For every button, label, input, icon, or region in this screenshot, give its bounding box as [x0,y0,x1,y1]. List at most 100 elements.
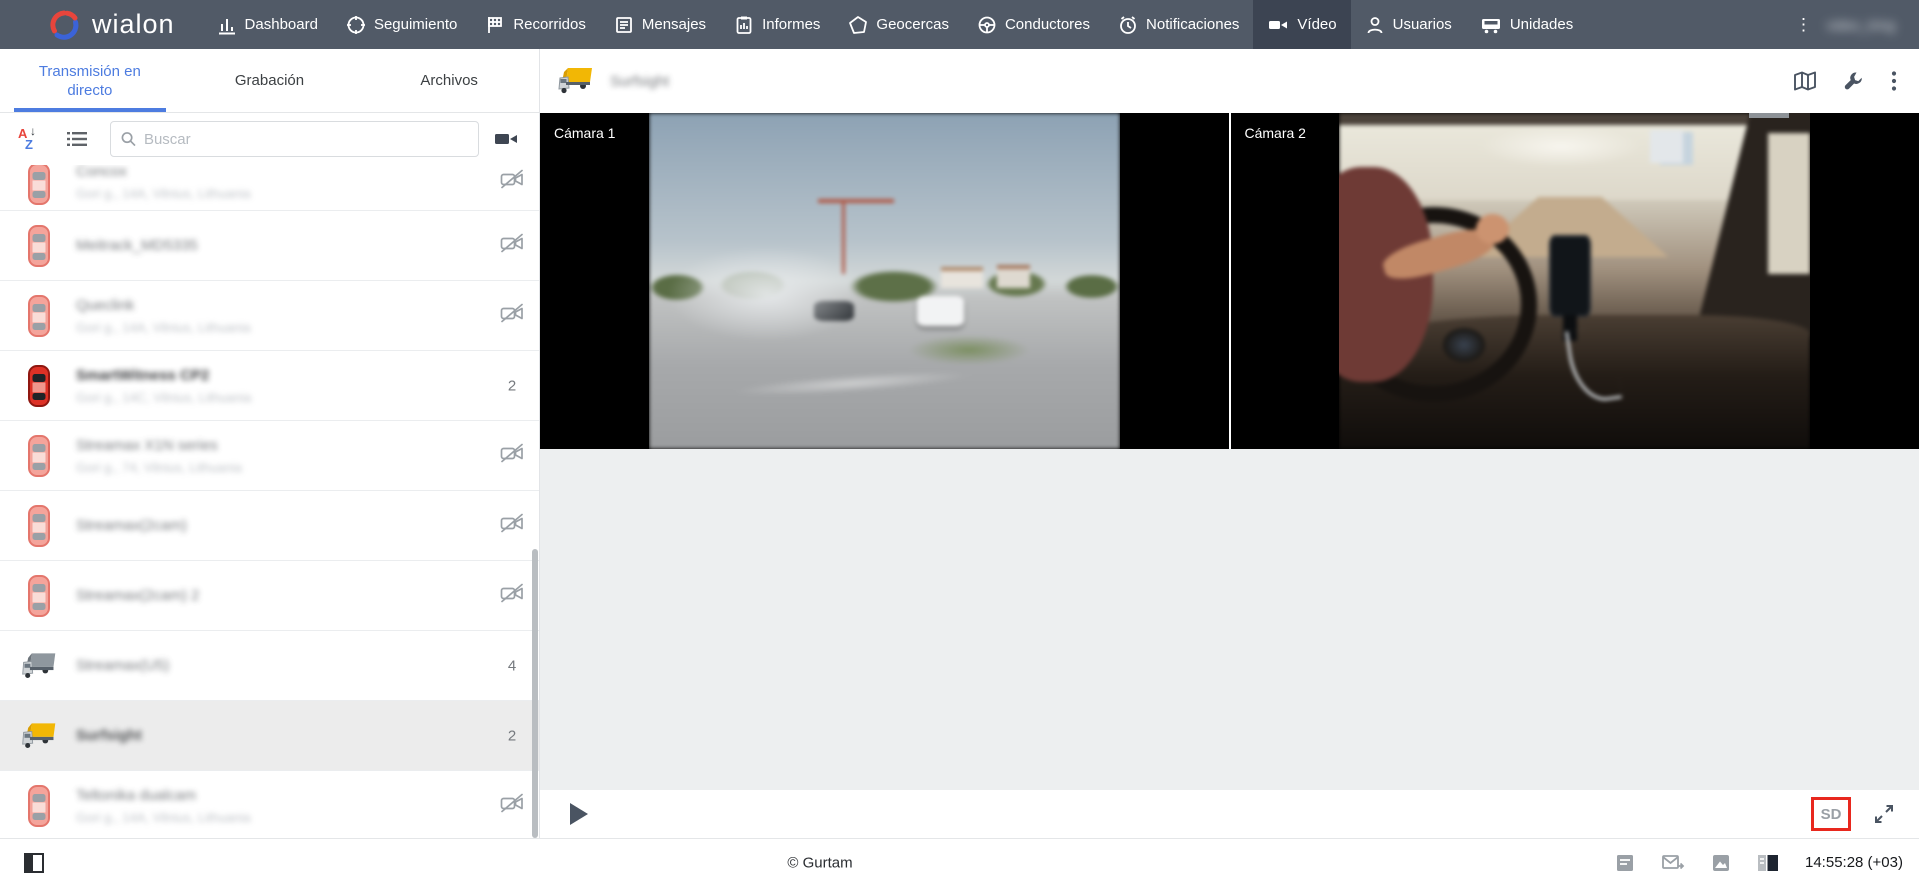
no-video-icon [497,511,527,540]
search-input[interactable] [144,131,468,148]
camera-1-cell[interactable]: Cámara 1 [540,113,1229,449]
fullscreen-icon [1873,803,1895,825]
play-button[interactable] [570,803,588,825]
nav-item-informes[interactable]: Informes [720,0,834,49]
tab-live-stream[interactable]: Transmisión en directo [0,49,180,112]
camera-2-cell[interactable]: Cámara 2 [1229,113,1919,449]
tab-files[interactable]: Archivos [359,49,539,112]
driver-icon [977,15,997,35]
video-panel: Surfsight Cámara 1 [540,49,1919,838]
search-icon [121,131,136,147]
nav-item-geocercas[interactable]: Geocercas [834,0,963,49]
unit-row[interactable]: SmartWitness CP2 Gori g., 14C, Vilnius, … [0,351,539,421]
unit-address: Gori g., 14C, Vilnius, Lithuania [76,390,251,405]
map-icon [1793,70,1817,92]
unit-row[interactable]: Streamax(U5) 4 [0,631,539,701]
unit-row[interactable]: Concox Gori g., 14A, Vilnius, Lithuania [0,165,539,211]
nav-item-recorridos[interactable]: Recorridos [471,0,600,49]
nav-item-unidades[interactable]: Unidades [1466,0,1587,49]
nav-item-conductores[interactable]: Conductores [963,0,1104,49]
unit-list: Concox Gori g., 14A, Vilnius, Lithuania … [0,165,539,838]
sidebar-scrollbar[interactable] [532,549,538,838]
nav-item-mensajes[interactable]: Mensajes [600,0,720,49]
quality-selector[interactable]: SD [1811,797,1851,831]
unit-row[interactable]: Meitrack_MD5335 [0,211,539,281]
media-button[interactable] [1711,853,1731,873]
tab-label: Archivos [420,71,478,90]
nav-item-notificaciones[interactable]: Notificaciones [1104,0,1253,49]
collapse-panel-icon[interactable] [24,853,44,873]
top-navigation: wialon Dashboard Seguimiento Recorridos … [0,0,1919,49]
video-panel-header: Surfsight [540,49,1919,113]
log-icon [1615,853,1635,873]
more-options-button[interactable] [1891,70,1897,92]
unit-name: Surfsight [76,727,142,744]
unit-name: Streamax(2cam) 2 [76,587,199,604]
video-background-area [540,449,1919,790]
unit-name: Streamax(U5) [76,657,169,674]
unit-type-icon [20,712,58,760]
report-icon [734,15,754,35]
sort-az-icon[interactable]: A↓Z [18,126,42,152]
video-controls-bar: SD [540,790,1919,838]
unit-row[interactable]: Surfsight 2 [0,701,539,771]
user-menu[interactable]: video_tring [1821,17,1902,33]
unit-row[interactable]: Teltonika dualcam Gori g., 14A, Vilnius,… [0,771,539,838]
user-icon [1365,15,1385,35]
unit-row[interactable]: Streamax(2cam) 2 [0,561,539,631]
selected-unit: Surfsight [556,64,669,98]
unit-camera-count: 2 [497,727,527,744]
import-export-button[interactable] [1661,853,1685,873]
nav-item-video[interactable]: Vídeo [1253,0,1350,49]
bar-chart-icon [217,15,237,35]
unit-name: Teltonika dualcam [76,787,251,804]
flag-icon [485,15,505,35]
mail-arrow-icon [1661,853,1685,873]
unit-camera-count: 2 [497,377,527,394]
nav-more-menu[interactable]: ⋮ [1787,15,1821,35]
wialon-logo-icon [50,10,80,40]
unit-row[interactable]: Queclink Gori g., 14A, Vilnius, Lithuani… [0,281,539,351]
list-view-icon[interactable] [66,129,88,149]
video-units-sidebar: Transmisión en directo Grabación Archivo… [0,49,540,838]
layout-button[interactable] [1757,854,1779,872]
map-button[interactable] [1793,70,1817,92]
sidebar-toolbar: A↓Z [0,113,539,165]
unit-row[interactable]: Streamax X1N series Gori g., 74, Vilnius… [0,421,539,491]
unit-name: Streamax X1N series [76,437,242,454]
unit-type-icon [20,502,58,550]
wialon-logo[interactable]: wialon [0,0,203,49]
unit-name: Streamax(2cam) [76,517,187,534]
unit-type-icon [20,642,58,690]
geofence-icon [848,15,868,35]
copyright: © Gurtam [787,854,852,871]
sidebar-tabs: Transmisión en directo Grabación Archivo… [0,49,539,113]
unit-address: Gori g., 74, Vilnius, Lithuania [76,460,242,475]
footer-bar: © Gurtam 14:55:28 (+03) [0,838,1919,886]
globe-icon [346,15,366,35]
no-video-icon [497,441,527,470]
unit-truck-icon [556,64,596,98]
nav-item-dashboard[interactable]: Dashboard [203,0,332,49]
unit-row[interactable]: Streamax(2cam) [0,491,539,561]
unit-address: Gori g., 14A, Vilnius, Lithuania [76,810,251,825]
tab-label: Transmisión en directo [25,62,155,100]
fullscreen-button[interactable] [1873,803,1895,825]
nav-item-usuarios[interactable]: Usuarios [1351,0,1466,49]
tab-recording[interactable]: Grabación [180,49,360,112]
nav-item-label: Informes [762,16,820,33]
unit-type-icon [20,165,58,208]
nav-item-label: Usuarios [1393,16,1452,33]
unit-address: Gori g., 14A, Vilnius, Lithuania [76,320,251,335]
nav-item-seguimiento[interactable]: Seguimiento [332,0,471,49]
settings-button[interactable] [1843,70,1865,92]
split-view-icon [1757,854,1779,872]
log-button[interactable] [1615,853,1635,873]
camera-filter-icon[interactable] [493,129,519,149]
video-scrollbar-stub [1749,113,1789,118]
no-video-icon [497,581,527,610]
nav-menu: Dashboard Seguimiento Recorridos Mensaje… [203,0,1588,49]
wrench-icon [1843,70,1865,92]
active-tab-underline [14,108,166,112]
nav-item-label: Vídeo [1297,16,1336,33]
